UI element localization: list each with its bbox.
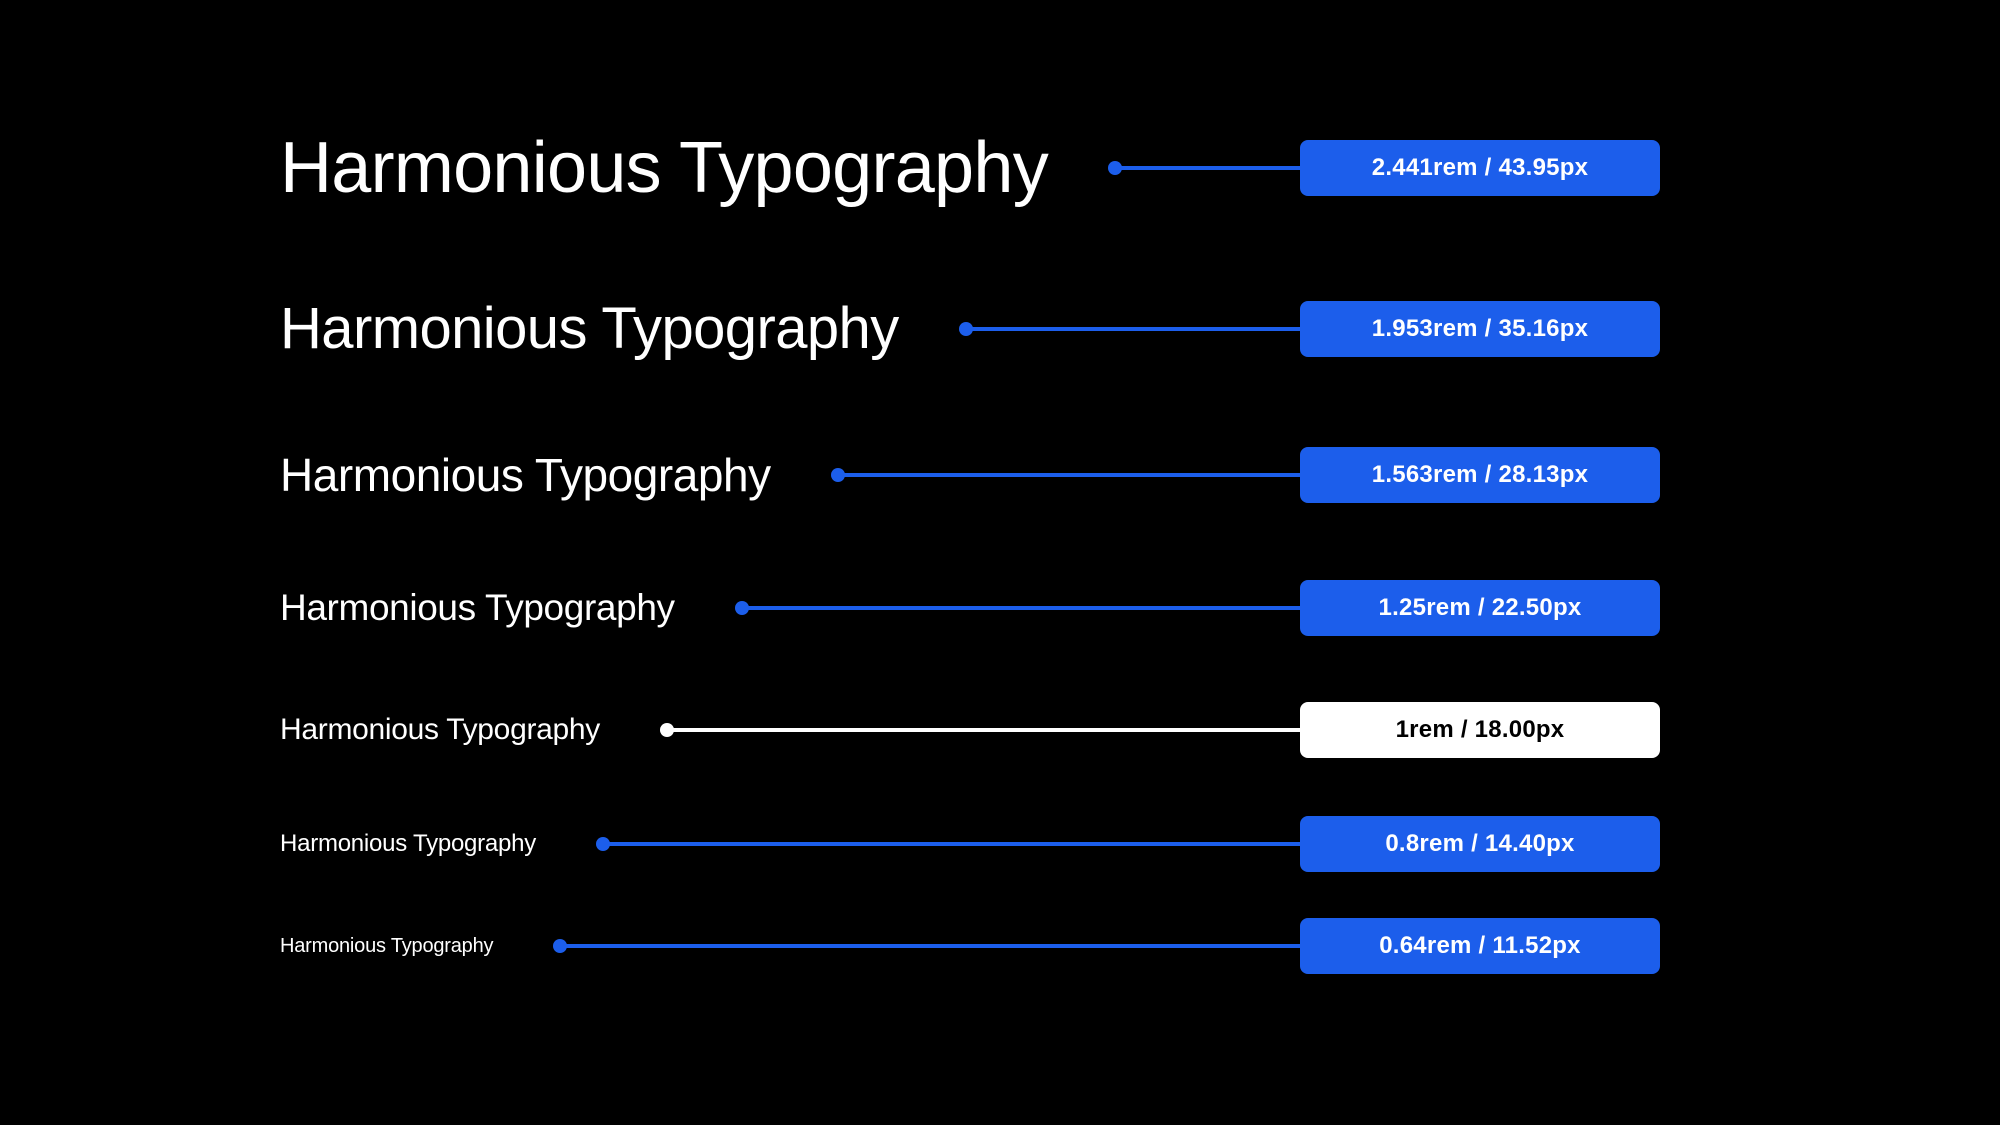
connector: 1.953rem / 35.16px [959,301,1660,357]
size-pill: 0.64rem / 11.52px [1300,918,1660,974]
connector-line [672,728,1300,732]
scale-row: Harmonious Typography 1rem / 18.00px [280,702,1660,758]
connector: 0.8rem / 14.40px [596,816,1660,872]
scale-row: Harmonious Typography 0.64rem / 11.52px [280,918,1660,974]
scale-row: Harmonious Typography 1.25rem / 22.50px [280,580,1660,636]
size-pill: 1rem / 18.00px [1300,702,1660,758]
size-pill: 2.441rem / 43.95px [1300,140,1660,196]
sample-text: Harmonious Typography [280,935,493,958]
size-pill: 1.953rem / 35.16px [1300,301,1660,357]
scale-row: Harmonious Typography 1.953rem / 35.16px [280,295,1660,362]
connector-line [608,842,1300,846]
connector: 1.25rem / 22.50px [735,580,1660,636]
connector-line [971,327,1300,331]
sample-text: Harmonious Typography [280,830,536,858]
typography-scale-diagram: Harmonious Typography2.441rem / 43.95pxH… [0,0,2000,1125]
sample-text: Harmonious Typography [280,448,771,502]
sample-text: Harmonious Typography [280,587,675,629]
sample-text: Harmonious Typography [280,127,1048,209]
size-pill: 1.25rem / 22.50px [1300,580,1660,636]
size-pill: 0.8rem / 14.40px [1300,816,1660,872]
scale-row: Harmonious Typography 1.563rem / 28.13px [280,447,1660,503]
scale-row: Harmonious Typography 0.8rem / 14.40px [280,816,1660,872]
connector: 0.64rem / 11.52px [553,918,1660,974]
connector-line [747,606,1300,610]
size-pill: 1.563rem / 28.13px [1300,447,1660,503]
scale-row: Harmonious Typography 2.441rem / 43.95px [280,127,1660,209]
connector-line [565,944,1300,948]
sample-text: Harmonious Typography [280,295,899,362]
connector: 2.441rem / 43.95px [1108,140,1660,196]
sample-text: Harmonious Typography [280,713,600,747]
connector: 1.563rem / 28.13px [831,447,1660,503]
connector: 1rem / 18.00px [660,702,1660,758]
connector-line [1120,166,1300,170]
connector-line [843,473,1300,477]
